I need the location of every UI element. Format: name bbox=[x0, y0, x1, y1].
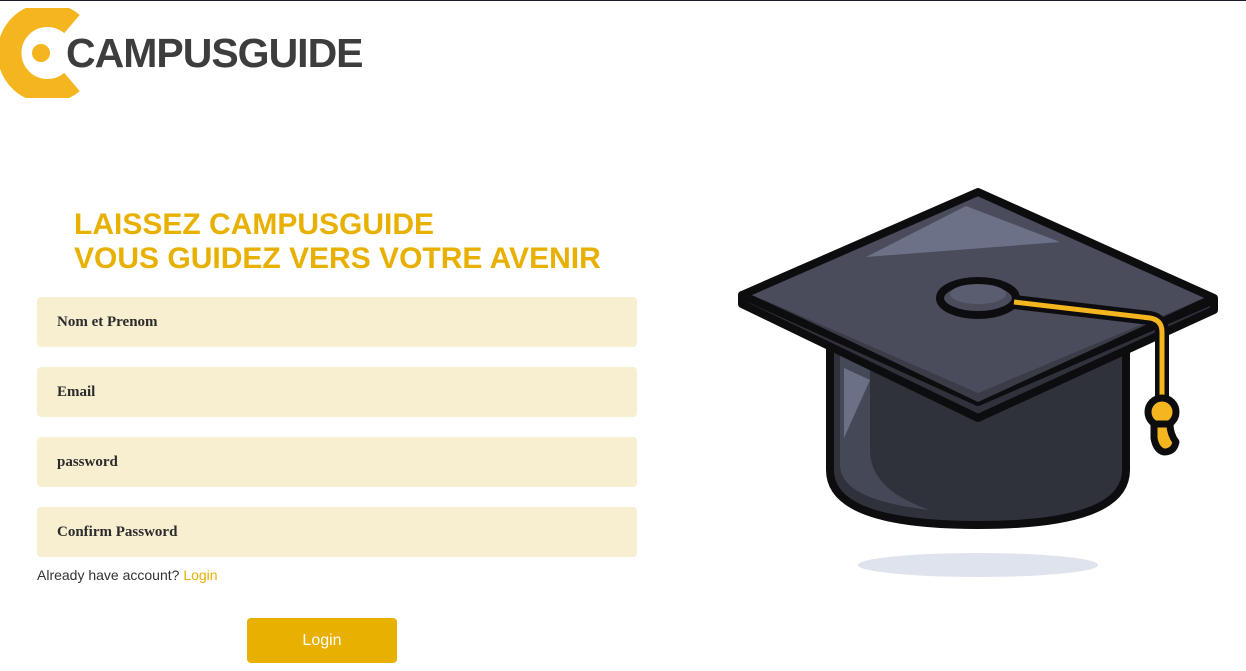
confirm-password-input[interactable] bbox=[37, 507, 637, 557]
signup-page: CAMPUSGUIDE LAISSEZ CAMPUSGUIDE VOUS GUI… bbox=[0, 0, 1246, 671]
login-button[interactable]: Login bbox=[247, 618, 397, 663]
headline-line-1: LAISSEZ CAMPUSGUIDE bbox=[74, 208, 435, 241]
login-link[interactable]: Login bbox=[183, 567, 217, 583]
graduation-cap-icon bbox=[738, 188, 1218, 577]
email-input[interactable] bbox=[37, 367, 637, 417]
headline-line-2: VOUS GUIDEZ VERS VOTRE AVENIR bbox=[74, 242, 601, 275]
password-input[interactable] bbox=[37, 437, 637, 487]
page-headline: LAISSEZ CAMPUSGUIDE VOUS GUIDEZ VERS VOT… bbox=[74, 208, 601, 276]
full-name-input[interactable] bbox=[37, 297, 637, 347]
account-prompt-text: Already have account? bbox=[37, 567, 180, 583]
window-top-border bbox=[0, 0, 1246, 1]
existing-account-prompt: Already have account? Login bbox=[37, 567, 218, 583]
campusguide-logo[interactable]: CAMPUSGUIDE bbox=[0, 8, 400, 98]
logo-wordmark: CAMPUSGUIDE bbox=[66, 30, 364, 76]
